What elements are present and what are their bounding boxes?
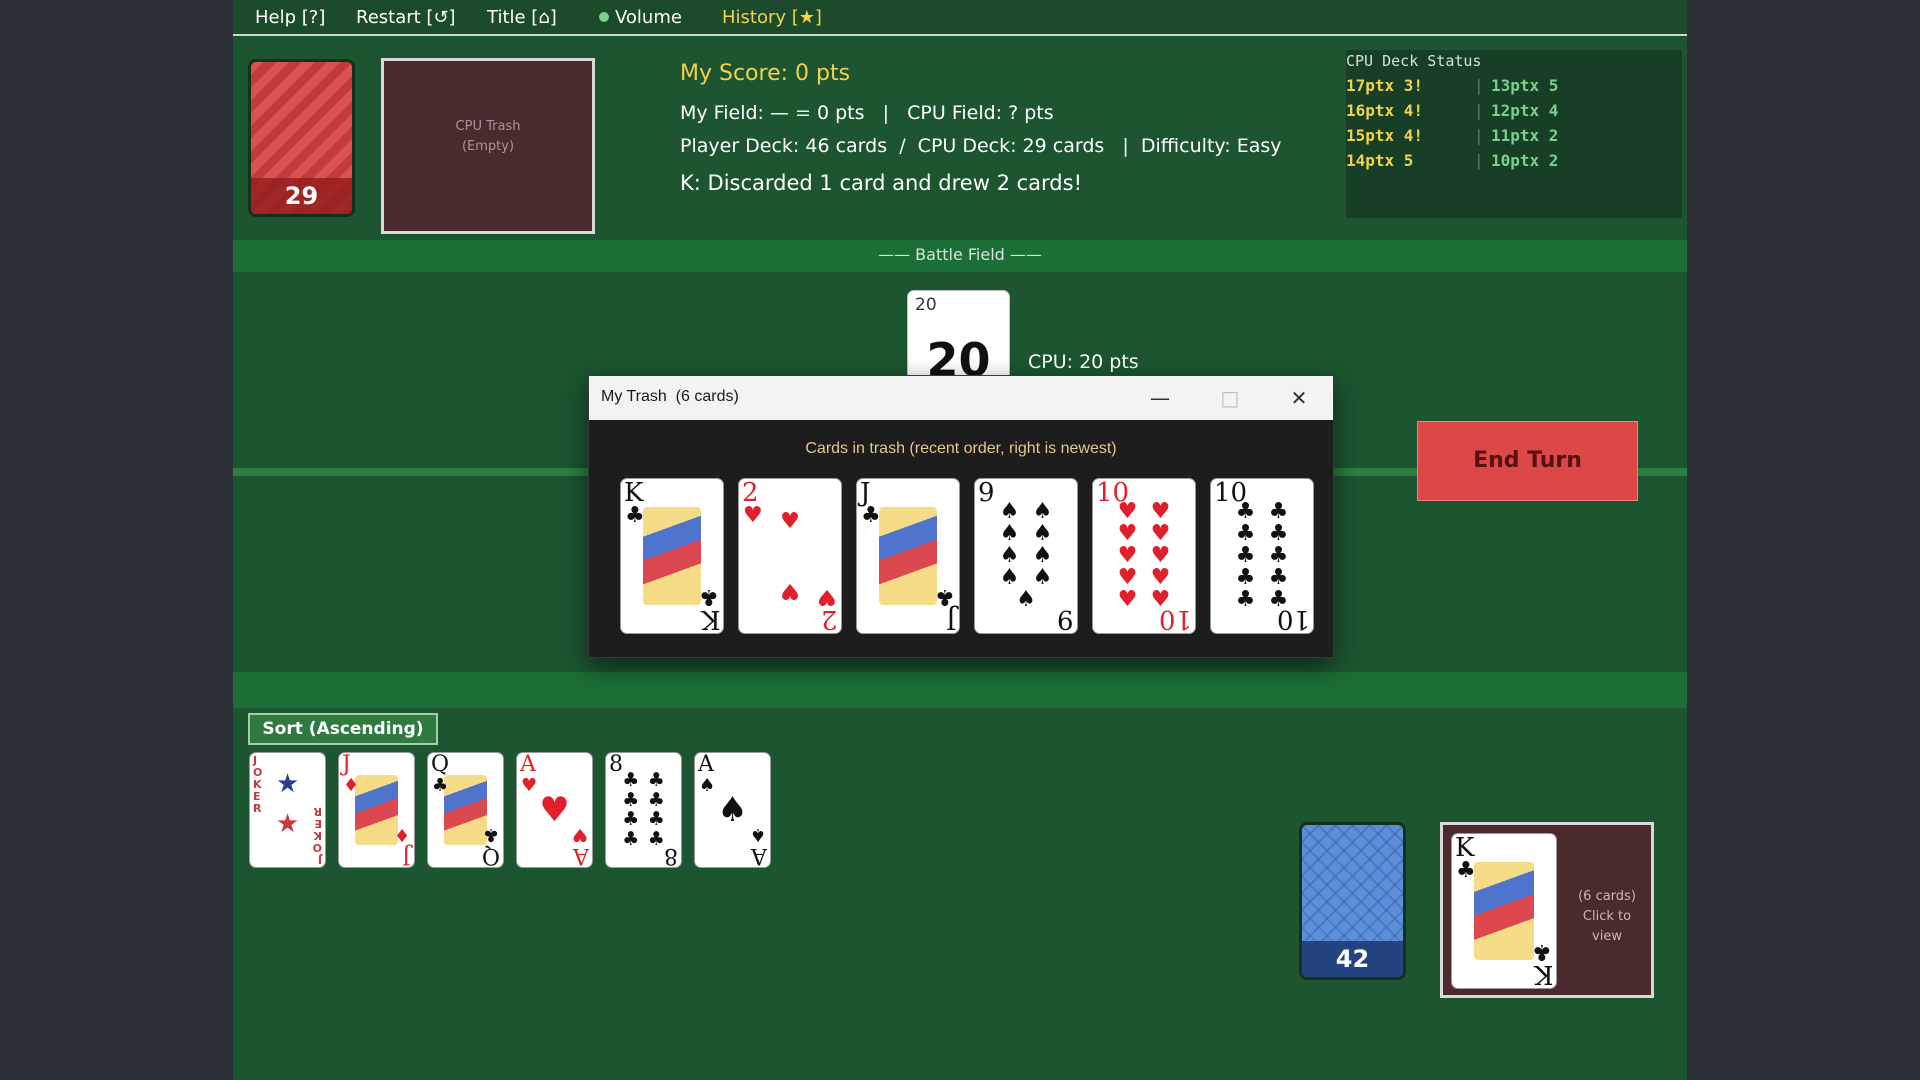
cpu-deck-status-title: CPU Deck Status	[1346, 52, 1482, 70]
joker-label: JOKER	[312, 805, 322, 866]
trash-card: K ♣ K ♣	[620, 478, 724, 634]
restart-menu[interactable]: Restart [↺]	[356, 7, 456, 28]
hand-card[interactable]: A ♠ ♠ A ♠	[694, 752, 771, 868]
battle-field-label: —— Battle Field ——	[878, 245, 1042, 264]
card-rank: J	[402, 843, 411, 868]
king-face-art	[1474, 862, 1534, 960]
card-rank: Q	[481, 843, 500, 868]
club-icon: ♣	[625, 503, 645, 528]
spade-icon: ♠	[749, 824, 766, 845]
cpu-deck-count: 29	[251, 178, 352, 214]
diamond-icon: ♦	[393, 824, 410, 845]
club-icon: ♣	[432, 775, 449, 796]
card-rank: 10	[1276, 604, 1310, 634]
queen-face-art	[444, 775, 487, 845]
heart-icon: ♥	[817, 584, 837, 609]
club-icon: ♣	[1532, 939, 1552, 964]
hand-bar	[233, 672, 1687, 708]
maximize-button[interactable]: □	[1195, 376, 1265, 420]
player-deck-count: 42	[1302, 941, 1403, 977]
trash-count-label: (6 cards)	[1578, 889, 1636, 904]
player-trash[interactable]: K ♣ K ♣ (6 cards) Click to view	[1440, 822, 1654, 998]
history-menu[interactable]: History [★]	[722, 7, 822, 28]
dialog-titlebar: My Trash (6 cards) — □ ✕	[589, 376, 1333, 420]
card-rank: K	[700, 604, 720, 634]
title-menu[interactable]: Title [⌂]	[487, 7, 557, 28]
trash-view-hint: Click to view	[1582, 909, 1632, 944]
trash-card: 10 ♣ ♣ ♣ ♣ ♣ ♣ ♣ ♣ ♣ ♣ 10	[1210, 478, 1314, 634]
volume-label: Volume	[615, 7, 682, 28]
card-rank: A	[698, 752, 714, 777]
trash-card: 10 ♥ ♥ ♥ ♥ ♥ ♥ ♥ ♥ ♥ ♥ 10	[1092, 478, 1196, 634]
hand-card[interactable]: 8 ♣ ♣ ♣ ♣ ♣ ♣ ♣ ♣ 8	[605, 752, 682, 868]
club-icon: ♣	[1456, 858, 1476, 883]
cpu-points: CPU: 20 pts	[1028, 351, 1139, 373]
card-rank: A	[520, 752, 536, 777]
club-icon: ♣	[482, 824, 499, 845]
jack-face-art	[879, 507, 937, 605]
end-turn-button[interactable]: End Turn	[1417, 421, 1638, 501]
club-icon: ♣	[935, 584, 955, 609]
player-deck[interactable]: 42	[1299, 822, 1406, 980]
card-rank: A	[573, 843, 589, 868]
dialog-subtitle: Cards in trash (recent order, right is n…	[805, 440, 1117, 457]
field-scores: My Field: — = 0 pts | CPU Field: ? pts	[680, 102, 1054, 124]
trash-card: 2 ♥ ♥ ♥ 2 ♥	[738, 478, 842, 634]
trash-card: J ♣ J ♣	[856, 478, 960, 634]
deck-info: Player Deck: 46 cards / CPU Deck: 29 car…	[680, 135, 1282, 157]
cpu-card-small-value: 20	[915, 295, 937, 315]
club-pips: ♣ ♣ ♣ ♣ ♣ ♣ ♣ ♣ ♣ ♣	[1235, 499, 1289, 612]
hand-card[interactable]: J ♦ J ♦	[338, 752, 415, 868]
spade-pips: ♠ ♠ ♠ ♠ ♠ ♠ ♠ ♠ ♠	[999, 499, 1053, 612]
card-rank: J	[945, 604, 956, 634]
heart-pips: ♥ ♥ ♥ ♥ ♥ ♥ ♥ ♥ ♥ ♥	[1117, 499, 1171, 612]
trash-card: 9 ♠ ♠ ♠ ♠ ♠ ♠ ♠ ♠ ♠ 9	[974, 478, 1078, 634]
card-rank: A	[751, 843, 767, 868]
volume-icon	[599, 12, 609, 22]
joker-star-icon: ★	[275, 769, 300, 799]
sort-button[interactable]: Sort (Ascending)	[248, 713, 438, 745]
help-menu[interactable]: Help [?]	[255, 7, 325, 28]
minimize-button[interactable]: —	[1125, 376, 1195, 420]
card-rank: K	[1533, 959, 1553, 989]
action-message: K: Discarded 1 card and drew 2 cards!	[680, 171, 1082, 195]
cpu-deck-status: CPU Deck Status 17ptx 3! | 13ptx 5 16ptx 4…	[1346, 50, 1682, 218]
king-face-art	[643, 507, 701, 605]
hand-card-joker[interactable]: JOKER ★ ★ JOKER	[249, 752, 326, 868]
cpu-trash: CPU Trash (Empty)	[381, 58, 595, 234]
card-rank: 2	[821, 604, 838, 634]
battle-field-bar: —— Battle Field ——	[233, 240, 1687, 272]
heart-icon: ♥	[571, 824, 588, 845]
hand-card[interactable]: A ♥ ♥ A ♥	[516, 752, 593, 868]
heart-icon: ♥	[780, 509, 800, 534]
card-rank: J	[342, 752, 351, 777]
card-rank: 9	[1057, 604, 1074, 634]
club-pips: ♣ ♣ ♣ ♣ ♣ ♣ ♣ ♣	[622, 769, 665, 850]
card-rank: Q	[431, 752, 450, 777]
diamond-icon: ♦	[343, 775, 360, 796]
card-rank: 8	[664, 843, 678, 868]
close-button[interactable]: ✕	[1264, 376, 1334, 420]
menu-bar: Help [?] Restart [↺] Title [⌂] Volume Hi…	[233, 0, 1687, 36]
my-trash-dialog: My Trash (6 cards) — □ ✕ Cards in trash …	[588, 375, 1334, 658]
cpu-trash-state: (Empty)	[461, 139, 515, 154]
cpu-deck: 29	[248, 59, 355, 217]
dialog-title: My Trash (6 cards)	[601, 388, 739, 405]
volume-menu[interactable]: Volume	[599, 7, 682, 28]
cpu-trash-label: CPU Trash	[455, 119, 521, 134]
my-score: My Score: 0 pts	[680, 61, 851, 86]
trash-top-card: K ♣ K ♣	[1451, 833, 1557, 989]
hand-card[interactable]: Q ♣ Q ♣	[427, 752, 504, 868]
jack-face-art	[355, 775, 398, 845]
club-icon: ♣	[861, 503, 881, 528]
club-icon: ♣	[699, 584, 719, 609]
card-rank: 10	[1158, 604, 1192, 634]
